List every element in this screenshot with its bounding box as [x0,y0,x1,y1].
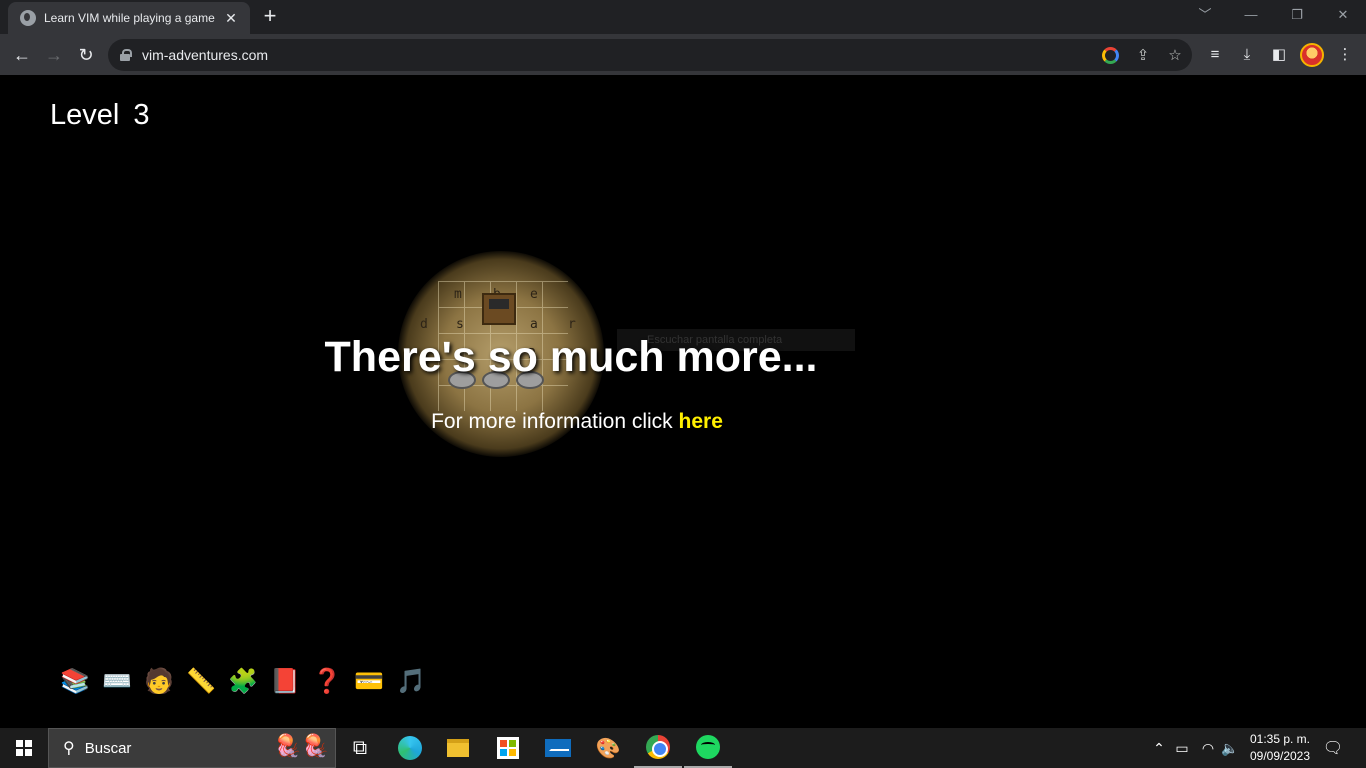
grid-letter: a [530,317,538,332]
new-tab-button[interactable]: + [258,5,282,28]
share-icon[interactable]: ⇪ [1134,47,1152,65]
music-icon[interactable]: 🎵 [396,667,426,697]
back-button[interactable]: ← [8,41,36,69]
globe-icon [20,10,36,26]
forward-button[interactable]: → [40,41,68,69]
start-button[interactable] [0,728,48,768]
chevron-up-icon[interactable]: ⌃ [1150,728,1168,768]
chrome-app[interactable] [634,728,682,768]
clock[interactable]: 01:35 p. m. 09/09/2023 [1243,731,1317,765]
menu-icon[interactable]: ⋮ [1334,44,1356,66]
puzzle-icon[interactable]: 🧩 [228,667,258,697]
player-icon[interactable]: 🧑 [144,667,174,697]
clock-time: 01:35 p. m. [1249,732,1311,746]
edge-app[interactable] [386,728,434,768]
task-view-button[interactable]: ⧉ [336,728,384,768]
tab-close-icon[interactable]: ✕ [222,10,240,27]
info-link[interactable]: here [679,410,723,433]
book-icon[interactable]: 📕 [270,667,300,697]
chrome-icon [646,735,670,759]
windows-logo-icon [16,740,32,756]
card-icon[interactable]: 💳 [354,667,384,697]
edge-icon [398,736,422,760]
books-icon[interactable]: 📚 [60,667,90,697]
tab-title: Learn VIM while playing a game [44,11,215,25]
folder-icon [447,739,469,757]
lock-icon[interactable] [120,49,132,61]
clock-date: 09/09/2023 [1249,749,1311,763]
restore-button[interactable]: ❐ [1274,0,1320,30]
profile-avatar[interactable] [1300,43,1324,67]
bookmark-star-icon[interactable]: ☆ [1166,47,1184,65]
tab-search-icon[interactable]: ﹀ [1182,0,1228,30]
search-placeholder: Buscar [84,739,132,757]
volume-icon[interactable]: 🔈 [1220,728,1240,768]
taskbar: ⚲ Buscar 🪼🪼 ⧉ 🎨 ⌃ ▭ ◠ 🔈 01:35 p. m. 09/0… [0,728,1366,768]
spotify-icon [696,735,720,759]
wifi-icon[interactable]: ◠ [1198,728,1218,768]
search-icon: ⚲ [63,740,75,757]
minimize-button[interactable]: — [1228,0,1274,30]
tab-strip: Learn VIM while playing a game ✕ + ﹀ — ❐… [0,0,1366,34]
spotify-app[interactable] [684,728,732,768]
keyboard-icon[interactable]: ⌨️ [102,667,132,697]
address-bar[interactable]: vim-adventures.com ⇪ ☆ [108,39,1192,71]
mail-icon [545,739,571,757]
store-icon [497,737,519,759]
level-number: 3 [133,99,150,131]
game-toolbar: 📚 ⌨️ 🧑 📏 🧩 📕 ❓ 💳 🎵 [60,667,426,697]
side-panel-icon[interactable]: ◧ [1268,44,1290,66]
grid-letter: r [568,317,576,332]
grid-letter: m [454,287,462,302]
reload-button[interactable]: ↻ [72,41,100,69]
grid-letter: s [456,317,464,332]
grid-letter: e [530,287,538,302]
jellyfish-icon: 🪼🪼 [274,733,329,758]
google-lens-icon[interactable] [1102,47,1119,64]
level-label: Level [50,99,120,131]
browser-toolbar: ← → ↻ vim-adventures.com ⇪ ☆ ≡ ⤓ ◧ ⋮ [0,34,1366,76]
taskbar-search[interactable]: ⚲ Buscar 🪼🪼 [48,728,336,768]
treasure-chest-icon [482,293,516,325]
help-icon[interactable]: ❓ [312,667,342,697]
download-icon[interactable]: ⤓ [1236,44,1258,66]
url-text[interactable]: vim-adventures.com [142,47,268,63]
notifications-icon[interactable]: 🗨 [1320,728,1346,768]
headline: There's so much more... [324,333,818,381]
browser-tab[interactable]: Learn VIM while playing a game ✕ [8,2,250,34]
info-text: For more information click here [0,410,1154,434]
close-window-button[interactable]: ✕ [1320,0,1366,30]
game-page: Level3 m b e d s a r R Escuchar pantalla… [0,77,1366,727]
level-indicator: Level 3 [50,99,149,132]
ruler-icon[interactable]: 📏 [186,667,216,697]
mail-app[interactable] [534,728,582,768]
grid-letter: d [420,317,428,332]
paint-app[interactable]: 🎨 [584,728,632,768]
media-control-icon[interactable]: ≡ [1204,44,1226,66]
store-app[interactable] [484,728,532,768]
info-prefix: For more information click [431,410,679,433]
battery-icon[interactable]: ▭ [1172,728,1192,768]
file-explorer-app[interactable] [434,728,482,768]
